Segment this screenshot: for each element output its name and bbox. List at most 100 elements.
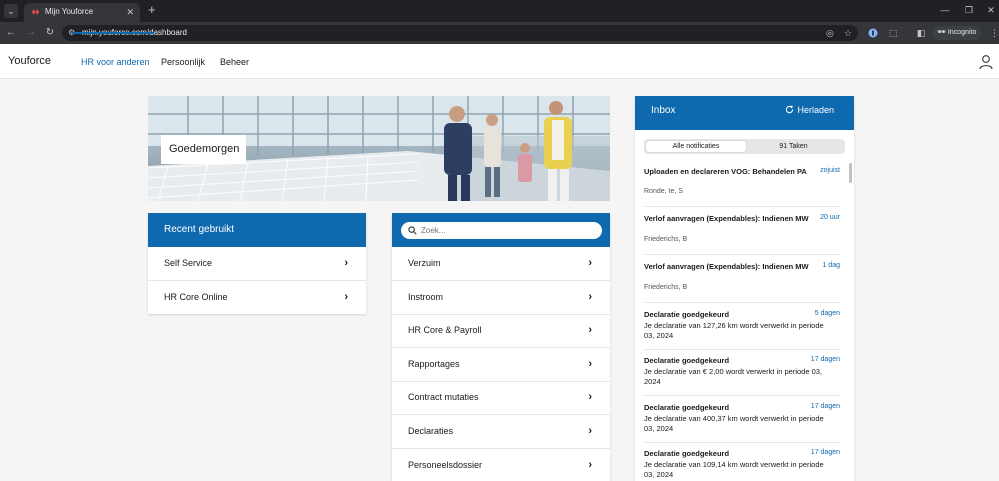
- extensions-puzzle-icon[interactable]: ⬚: [887, 26, 899, 40]
- tab-search-chevron-icon[interactable]: ⌄: [4, 4, 18, 18]
- chevron-right-icon: ›: [588, 257, 592, 269]
- notification-body: Je declaratie van 127,26 km wordt verwer…: [644, 321, 824, 340]
- app-item-label: Rapportages: [408, 359, 460, 369]
- notification-body: Je declaratie van 400,37 km wordt verwer…: [644, 414, 824, 433]
- tab-alle-notificaties[interactable]: Alle notificaties: [646, 141, 746, 152]
- side-panel-icon[interactable]: ◧: [915, 26, 927, 40]
- notification-title: Declaratie goedgekeurd: [644, 449, 730, 458]
- inbox-filter-toggle: Alle notificaties 91 Taken: [644, 139, 845, 154]
- app-item-personeelsdossier[interactable]: Personeelsdossier ›: [392, 449, 610, 481]
- browser-tab[interactable]: Mijn Youforce ✕: [24, 3, 140, 22]
- notification-item[interactable]: Declaratie goedgekeurd 17 dagen Je decla…: [644, 356, 840, 396]
- incognito-label: Incognito: [947, 29, 977, 36]
- reload-label: Herladen: [797, 105, 834, 115]
- chevron-right-icon: ›: [588, 425, 592, 437]
- recent-used-title: Recent gebruikt: [164, 224, 235, 235]
- notification-item[interactable]: Declaratie goedgekeurd 5 dagen Je declar…: [644, 310, 840, 350]
- notification-time: 17 dagen: [810, 403, 840, 410]
- app-item-hr-core-payroll[interactable]: HR Core & Payroll ›: [392, 314, 610, 348]
- forward-icon[interactable]: →: [24, 26, 38, 40]
- notification-time: 17 dagen: [810, 449, 840, 456]
- apps-search-box[interactable]: [401, 222, 602, 239]
- incognito-icon: 🕶: [937, 29, 946, 36]
- tab-close-icon[interactable]: ✕: [126, 6, 134, 18]
- recent-used-header: Recent gebruikt: [148, 213, 366, 247]
- user-profile-icon[interactable]: [978, 54, 994, 70]
- app-item-label: Verzuim: [408, 258, 441, 268]
- notification-sender: Ronde, te, S: [644, 188, 683, 195]
- reload-button[interactable]: Herladen: [785, 105, 834, 115]
- notification-item[interactable]: Declaratie goedgekeurd 17 dagen Je decla…: [644, 449, 840, 481]
- active-tab-indicator: [72, 32, 154, 34]
- app-item-label: Instroom: [408, 292, 444, 302]
- bookmark-star-icon[interactable]: ☆: [844, 28, 852, 38]
- notification-time: zojuist: [820, 167, 840, 174]
- app-item-label: Personeelsdossier: [408, 460, 483, 470]
- app-item-instroom[interactable]: Instroom ›: [392, 281, 610, 315]
- app-item-label: Contract mutaties: [408, 392, 479, 402]
- greeting-label: Goedemorgen: [161, 135, 246, 164]
- restore-icon[interactable]: ❐: [962, 3, 976, 17]
- new-tab-plus-icon[interactable]: +: [148, 3, 156, 17]
- notification-time: 5 dagen: [814, 310, 840, 317]
- browser-menu-icon[interactable]: ⋮: [990, 26, 999, 40]
- app-item-declaraties[interactable]: Declaraties ›: [392, 415, 610, 449]
- app-item-contract-mutaties[interactable]: Contract mutaties ›: [392, 381, 610, 415]
- brand-logo[interactable]: Youforce: [8, 55, 51, 67]
- chevron-right-icon: ›: [588, 324, 592, 336]
- notification-title: Declaratie goedgekeurd: [644, 356, 730, 365]
- tab-taken[interactable]: 91 Taken: [744, 141, 843, 152]
- notification-sender: Friederichs, B: [644, 236, 688, 243]
- notification-body: Je declaratie van 109,14 km wordt verwer…: [644, 460, 824, 479]
- notification-item[interactable]: Verlof aanvragen (Expendables): Indienen…: [644, 214, 840, 255]
- app-item-label: Declaraties: [408, 426, 454, 436]
- address-bar[interactable]: ⚙ mijn.youforce.com/dashboard ◎ ☆: [62, 25, 858, 41]
- apps-card: Verzuim › Instroom › HR Core & Payroll ›…: [392, 213, 610, 481]
- inbox-title: Inbox: [651, 105, 676, 116]
- notification-item[interactable]: Uploaden en declareren VOG: Behandelen P…: [644, 167, 840, 207]
- nav-tab-hr-voor-anderen[interactable]: HR voor anderen: [81, 57, 150, 67]
- recent-item-label: HR Core Online: [164, 292, 228, 302]
- notification-sender: Friederichs, B: [644, 284, 688, 291]
- chevron-right-icon: ›: [344, 291, 348, 303]
- inbox-scrollbar[interactable]: [849, 163, 852, 183]
- app-item-verzuim[interactable]: Verzuim ›: [392, 247, 610, 281]
- nav-tab-persoonlijk[interactable]: Persoonlijk: [161, 57, 205, 67]
- notification-time: 17 dagen: [810, 356, 840, 363]
- search-icon: [408, 226, 417, 235]
- notification-body: Je declaratie van € 2,00 wordt verwerkt …: [644, 367, 823, 386]
- notification-title: Uploaden en declareren VOG: Behandelen P…: [644, 167, 807, 176]
- tab-title: Mijn Youforce: [45, 7, 94, 16]
- eye-slash-icon[interactable]: ◎: [826, 28, 834, 38]
- notification-title: Declaratie goedgekeurd: [644, 403, 730, 412]
- chevron-right-icon: ›: [588, 391, 592, 403]
- inbox-header: Inbox Herladen: [635, 96, 854, 130]
- search-input[interactable]: [421, 225, 591, 236]
- notification-title: Declaratie goedgekeurd: [644, 310, 730, 319]
- extension-shield-icon[interactable]: [867, 26, 879, 40]
- reload-icon: [786, 105, 794, 114]
- notification-time: 20 uur: [820, 214, 840, 221]
- notification-title: Verlof aanvragen (Expendables): Indienen…: [644, 262, 809, 271]
- notification-item[interactable]: Verlof aanvragen (Expendables): Indienen…: [644, 262, 840, 303]
- chevron-right-icon: ›: [588, 358, 592, 370]
- notification-item[interactable]: Declaratie goedgekeurd 17 dagen Je decla…: [644, 403, 840, 443]
- recent-item-label: Self Service: [164, 258, 213, 268]
- app-item-rapportages[interactable]: Rapportages ›: [392, 348, 610, 382]
- chevron-right-icon: ›: [588, 291, 592, 303]
- reload-page-icon[interactable]: ↻: [43, 26, 57, 40]
- app-item-label: HR Core & Payroll: [408, 325, 482, 335]
- notification-title: Verlof aanvragen (Expendables): Indienen…: [644, 214, 809, 223]
- back-icon[interactable]: ←: [4, 26, 18, 40]
- window-close-icon[interactable]: ✕: [984, 3, 998, 17]
- chevron-right-icon: ›: [344, 257, 348, 269]
- browser-tab-bar: ⌄ Mijn Youforce ✕ + — ❐ ✕: [0, 0, 999, 22]
- nav-tab-beheer[interactable]: Beheer: [220, 57, 249, 67]
- recent-item-self-service[interactable]: Self Service ›: [148, 247, 366, 281]
- recent-item-hr-core-online[interactable]: HR Core Online ›: [148, 281, 366, 315]
- app-header: Youforce HR voor anderen Persoonlijk Beh…: [0, 44, 999, 79]
- youforce-favicon-icon: [31, 9, 40, 15]
- chevron-right-icon: ›: [588, 459, 592, 471]
- incognito-badge[interactable]: 🕶 Incognito: [932, 26, 982, 40]
- minimize-icon[interactable]: —: [938, 3, 952, 17]
